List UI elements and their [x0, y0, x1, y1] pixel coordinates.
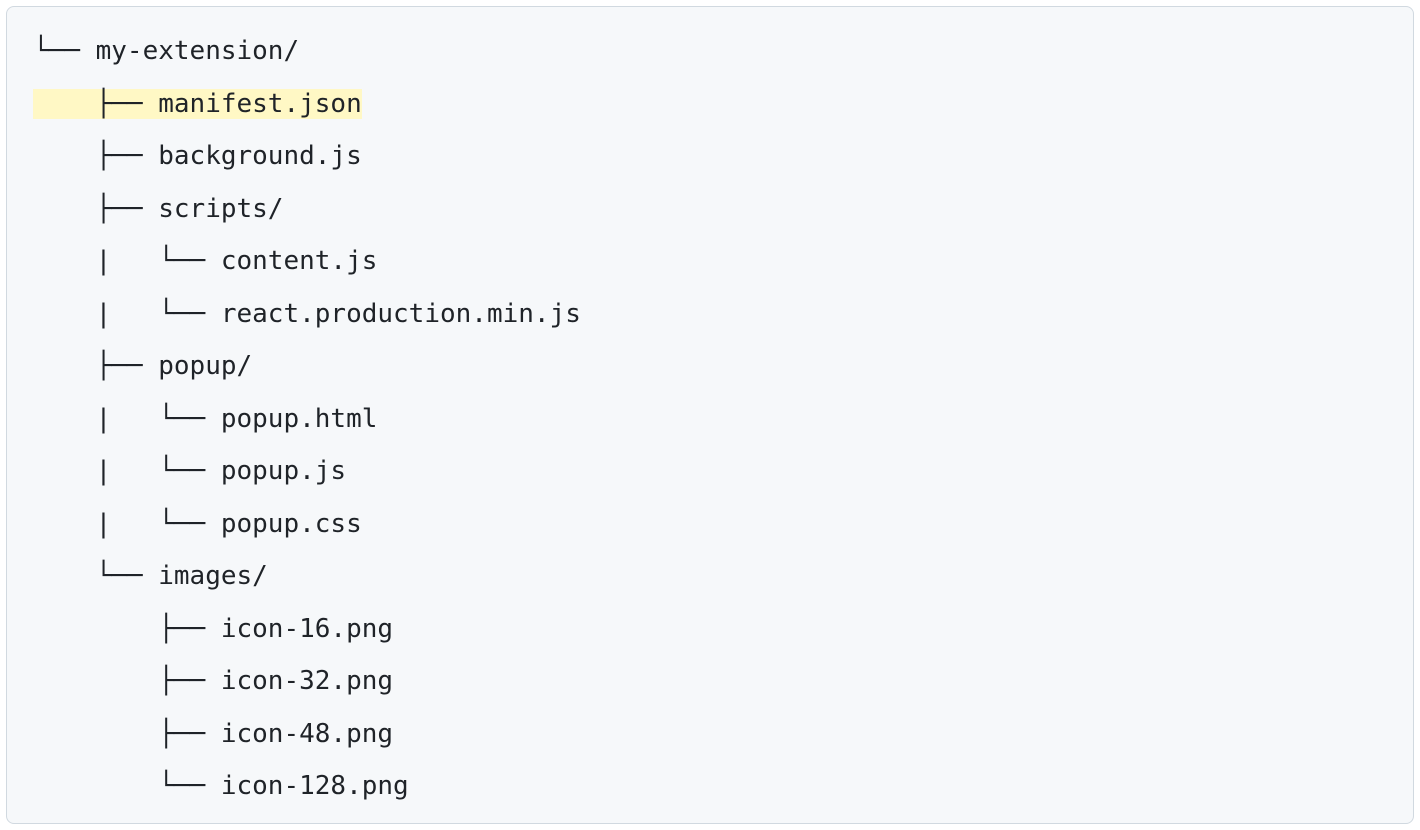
highlighted-entry: ├── manifest.json	[33, 89, 362, 119]
tree-line: | └── popup.js	[33, 445, 1387, 498]
tree-entry-name: popup.css	[221, 509, 362, 539]
tree-entry-name: scripts/	[158, 194, 283, 224]
file-tree: └── my-extension/ ├── manifest.json ├── …	[33, 25, 1387, 813]
tree-entry-name: popup.js	[221, 456, 346, 486]
tree-entry-name: icon-128.png	[221, 771, 409, 801]
tree-line: ├── popup/	[33, 340, 1387, 393]
tree-line: ├── icon-32.png	[33, 655, 1387, 708]
tree-line: ├── background.js	[33, 130, 1387, 183]
tree-entry-name: manifest.json	[158, 89, 362, 119]
tree-line: └── icon-128.png	[33, 760, 1387, 813]
tree-entry-name: icon-32.png	[221, 666, 393, 696]
tree-prefix: | └──	[33, 509, 221, 539]
tree-prefix: | └──	[33, 246, 221, 276]
tree-line: ├── manifest.json	[33, 78, 1387, 131]
file-tree-block: └── my-extension/ ├── manifest.json ├── …	[6, 6, 1414, 824]
tree-prefix: ├──	[33, 194, 158, 224]
tree-prefix: └──	[33, 36, 96, 66]
tree-line: ├── icon-16.png	[33, 603, 1387, 656]
tree-prefix: ├──	[33, 719, 221, 749]
tree-prefix: ├──	[33, 141, 158, 171]
tree-entry-name: popup.html	[221, 404, 378, 434]
tree-entry-name: icon-16.png	[221, 614, 393, 644]
tree-line: └── images/	[33, 550, 1387, 603]
tree-line: ├── icon-48.png	[33, 708, 1387, 761]
tree-line: | └── popup.css	[33, 498, 1387, 551]
tree-prefix: | └──	[33, 404, 221, 434]
tree-prefix: | └──	[33, 299, 221, 329]
tree-prefix: └──	[33, 561, 158, 591]
tree-entry-name: popup/	[158, 351, 252, 381]
tree-line: | └── popup.html	[33, 393, 1387, 446]
tree-entry-name: my-extension/	[96, 36, 300, 66]
tree-entry-name: images/	[158, 561, 268, 591]
tree-prefix: ├──	[33, 614, 221, 644]
tree-prefix: ├──	[33, 351, 158, 381]
tree-entry-name: content.js	[221, 246, 378, 276]
tree-line: ├── scripts/	[33, 183, 1387, 236]
tree-entry-name: background.js	[158, 141, 362, 171]
tree-line: | └── react.production.min.js	[33, 288, 1387, 341]
tree-line: └── my-extension/	[33, 25, 1387, 78]
tree-prefix: └──	[33, 771, 221, 801]
tree-prefix: | └──	[33, 456, 221, 486]
tree-entry-name: icon-48.png	[221, 719, 393, 749]
tree-prefix: ├──	[33, 89, 158, 119]
tree-line: | └── content.js	[33, 235, 1387, 288]
tree-entry-name: react.production.min.js	[221, 299, 581, 329]
tree-prefix: ├──	[33, 666, 221, 696]
